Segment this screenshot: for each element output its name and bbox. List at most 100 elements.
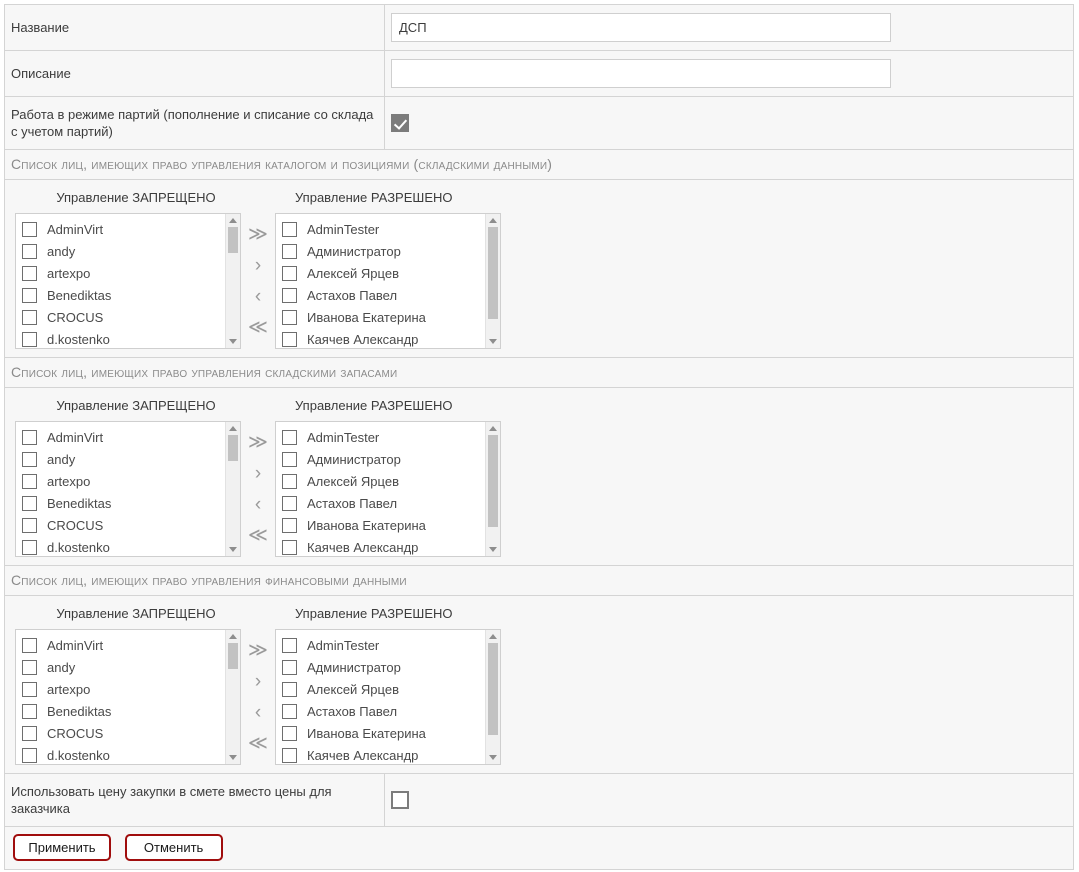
allowed-listbox[interactable]: AdminTester Администратор Алексей Ярцев [275,213,501,349]
list-item[interactable]: AdminTester [282,218,485,240]
scroll-thumb[interactable] [228,643,238,669]
list-item-checkbox[interactable] [22,332,37,347]
list-item[interactable]: Алексей Ярцев [282,262,485,284]
denied-scrollbar[interactable] [225,214,240,348]
list-item[interactable]: Benediktas [22,284,225,306]
list-item[interactable]: d.kostenko [22,744,225,764]
list-item-checkbox[interactable] [22,540,37,555]
list-item-checkbox[interactable] [22,704,37,719]
list-item[interactable]: andy [22,656,225,678]
list-item-checkbox[interactable] [282,288,297,303]
allowed-scrollbar[interactable] [485,214,500,348]
denied-scrollbar[interactable] [225,630,240,764]
list-item-checkbox[interactable] [22,310,37,325]
scroll-track[interactable] [226,223,240,339]
list-item-checkbox[interactable] [282,748,297,763]
list-item[interactable]: Иванова Екатерина [282,514,485,536]
move-left-icon[interactable]: ‹ [255,703,261,722]
list-item-checkbox[interactable] [22,682,37,697]
list-item[interactable]: Администратор [282,240,485,262]
move-right-icon[interactable]: › [255,464,261,483]
move-left-icon[interactable]: ‹ [255,495,261,514]
list-item-checkbox[interactable] [282,244,297,259]
list-item[interactable]: d.kostenko [22,536,225,556]
list-item[interactable]: CROCUS [22,514,225,536]
list-item-checkbox[interactable] [282,332,297,347]
list-item[interactable]: Алексей Ярцев [282,470,485,492]
move-all-left-icon[interactable]: ≪ [248,526,268,545]
list-item[interactable]: AdminVirt [22,634,225,656]
list-item-checkbox[interactable] [282,518,297,533]
list-item-checkbox[interactable] [282,660,297,675]
list-item[interactable]: Benediktas [22,700,225,722]
list-item[interactable]: Администратор [282,448,485,470]
list-item[interactable]: AdminVirt [22,218,225,240]
list-item-checkbox[interactable] [282,726,297,741]
list-item-checkbox[interactable] [22,244,37,259]
list-item[interactable]: Иванова Екатерина [282,306,485,328]
list-item[interactable]: Каячев Александр [282,536,485,556]
scroll-thumb[interactable] [488,643,498,735]
list-item-checkbox[interactable] [282,682,297,697]
list-item[interactable]: Астахов Павел [282,284,485,306]
name-input[interactable] [391,13,891,42]
list-item-checkbox[interactable] [282,222,297,237]
scroll-down-icon[interactable] [489,547,497,552]
description-input[interactable] [391,59,891,88]
scroll-track[interactable] [486,223,500,339]
list-item-checkbox[interactable] [22,266,37,281]
list-item-checkbox[interactable] [22,726,37,741]
scroll-thumb[interactable] [228,227,238,253]
move-all-left-icon[interactable]: ≪ [248,734,268,753]
list-item[interactable]: CROCUS [22,306,225,328]
list-item-checkbox[interactable] [282,310,297,325]
list-item[interactable]: d.kostenko [22,328,225,348]
move-right-icon[interactable]: › [255,672,261,691]
list-item-checkbox[interactable] [282,704,297,719]
batch-mode-checkbox[interactable] [391,114,409,132]
apply-button[interactable]: Применить [13,834,111,861]
scroll-down-icon[interactable] [489,755,497,760]
move-all-right-icon[interactable]: ≫ [248,225,268,244]
list-item[interactable]: Каячев Александр [282,328,485,348]
list-item-checkbox[interactable] [282,452,297,467]
move-right-icon[interactable]: › [255,256,261,275]
list-item-checkbox[interactable] [282,638,297,653]
list-item-checkbox[interactable] [22,496,37,511]
list-item-checkbox[interactable] [22,638,37,653]
cancel-button[interactable]: Отменить [125,834,223,861]
scroll-thumb[interactable] [228,435,238,461]
scroll-track[interactable] [486,431,500,547]
list-item[interactable]: andy [22,448,225,470]
list-item[interactable]: andy [22,240,225,262]
list-item-checkbox[interactable] [22,518,37,533]
scroll-thumb[interactable] [488,435,498,527]
scroll-thumb[interactable] [488,227,498,319]
allowed-listbox[interactable]: AdminTester Администратор Алексей Ярцев [275,421,501,557]
list-item-checkbox[interactable] [22,222,37,237]
list-item-checkbox[interactable] [22,452,37,467]
list-item[interactable]: Администратор [282,656,485,678]
denied-scrollbar[interactable] [225,422,240,556]
move-all-right-icon[interactable]: ≫ [248,433,268,452]
scroll-down-icon[interactable] [229,755,237,760]
move-left-icon[interactable]: ‹ [255,287,261,306]
list-item-checkbox[interactable] [22,660,37,675]
denied-listbox[interactable]: AdminVirt andy artexpo Benediktas [15,213,241,349]
list-item-checkbox[interactable] [282,540,297,555]
denied-listbox[interactable]: AdminVirt andy artexpo Benediktas [15,629,241,765]
move-all-right-icon[interactable]: ≫ [248,641,268,660]
list-item[interactable]: Каячев Александр [282,744,485,764]
list-item-checkbox[interactable] [282,474,297,489]
list-item-checkbox[interactable] [22,748,37,763]
scroll-down-icon[interactable] [229,547,237,552]
move-all-left-icon[interactable]: ≪ [248,318,268,337]
scroll-track[interactable] [226,639,240,755]
list-item[interactable]: AdminTester [282,634,485,656]
list-item-checkbox[interactable] [282,266,297,281]
purchase-price-checkbox[interactable] [391,791,409,809]
list-item[interactable]: artexpo [22,470,225,492]
list-item-checkbox[interactable] [22,430,37,445]
allowed-scrollbar[interactable] [485,630,500,764]
scroll-track[interactable] [226,431,240,547]
